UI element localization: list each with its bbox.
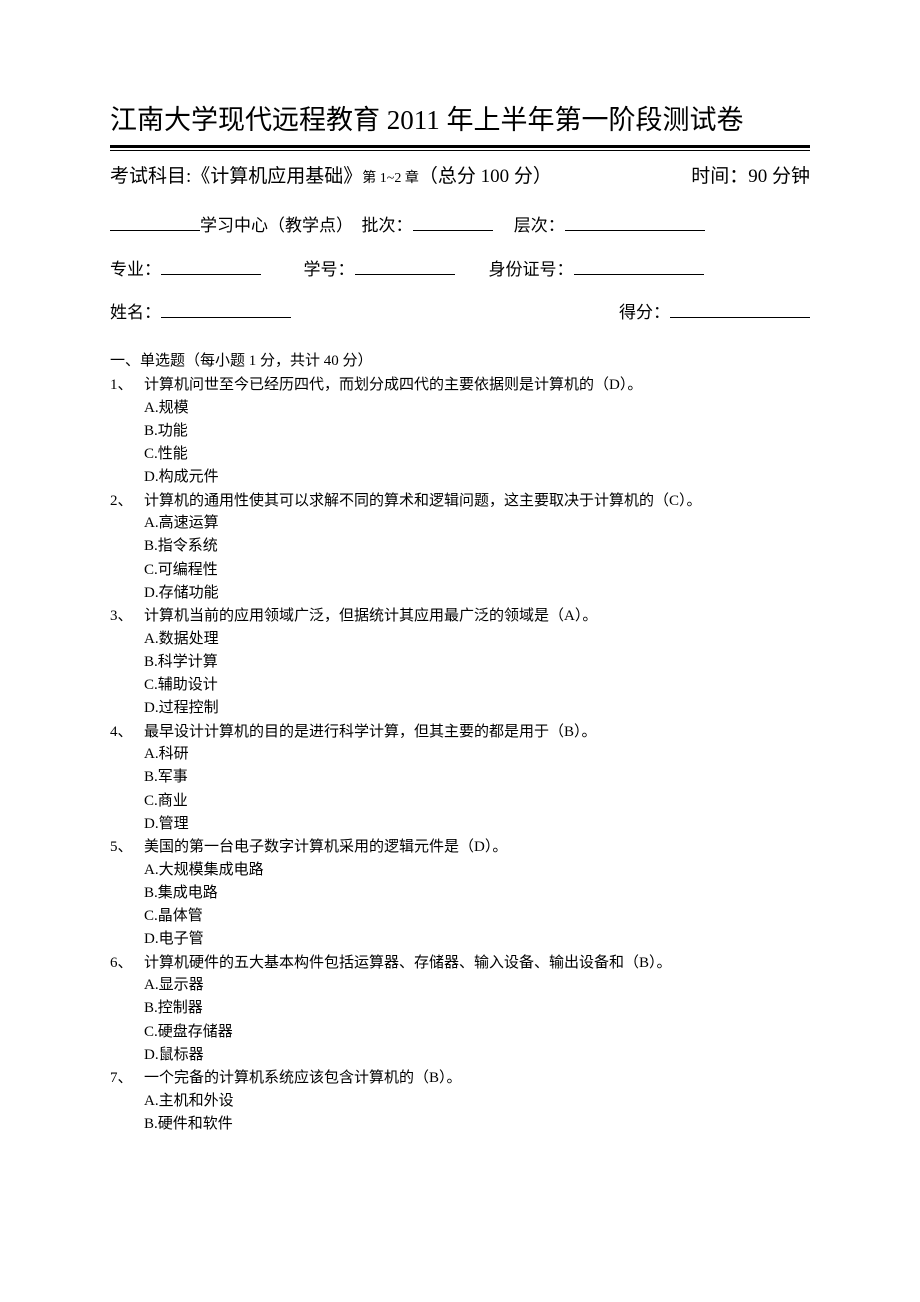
question-options: A.数据处理B.科学计算C.辅助设计D.过程控制 [144, 628, 810, 721]
major-blank [161, 257, 261, 275]
question-options: A.大规模集成电路B.集成电路C.晶体管D.电子管 [144, 859, 810, 952]
subject-chapter: 第 1~2 章 [362, 171, 419, 186]
question: 3、计算机当前的应用领域广泛，但据统计其应用最广泛的领域是（A）。 [110, 605, 810, 628]
info-line-1: 学习中心（教学点） 批次： 层次： [110, 213, 810, 239]
question-option: C.可编程性 [144, 559, 810, 582]
question-options: A.主机和外设B.硬件和软件 [144, 1090, 810, 1137]
question-option: C.辅助设计 [144, 674, 810, 697]
question-option: C.晶体管 [144, 905, 810, 928]
major-label: 专业： [110, 260, 161, 279]
question-number: 1、 [110, 374, 144, 397]
subject-name: 《计算机应用基础》 [191, 166, 362, 187]
name-label: 姓名： [110, 303, 161, 322]
document-title: 江南大学现代远程教育 2011 年上半年第一阶段测试卷 [110, 100, 810, 141]
question-number: 4、 [110, 721, 144, 744]
question-option: D.鼠标器 [144, 1044, 810, 1067]
question: 5、美国的第一台电子数字计算机采用的逻辑元件是（D）。 [110, 836, 810, 859]
id-card-label: 身份证号： [489, 260, 574, 279]
question-option: A.科研 [144, 743, 810, 766]
question-option: D.过程控制 [144, 697, 810, 720]
level-label: 层次： [514, 216, 565, 235]
question-option: A.规模 [144, 397, 810, 420]
question-stem: 一个完备的计算机系统应该包含计算机的（B）。 [144, 1067, 810, 1090]
score-label: 得分： [619, 303, 670, 322]
question-option: C.性能 [144, 443, 810, 466]
question-option: D.电子管 [144, 928, 810, 951]
question-option: D.管理 [144, 813, 810, 836]
student-id-label: 学号： [304, 260, 355, 279]
subject-prefix: 考试科目: [110, 166, 191, 187]
question-stem: 计算机硬件的五大基本构件包括运算器、存储器、输入设备、输出设备和（B）。 [144, 952, 810, 975]
section-1-title: 一、单选题（每小题 1 分，共计 40 分） [110, 350, 810, 373]
center-blank [110, 213, 200, 231]
question-option: D.构成元件 [144, 466, 810, 489]
question-options: A.科研B.军事C.商业D.管理 [144, 743, 810, 836]
question-stem: 最早设计计算机的目的是进行科学计算，但其主要的都是用于（B）。 [144, 721, 810, 744]
question-stem: 美国的第一台电子数字计算机采用的逻辑元件是（D）。 [144, 836, 810, 859]
question-option: A.数据处理 [144, 628, 810, 651]
question-stem: 计算机的通用性使其可以求解不同的算术和逻辑问题，这主要取决于计算机的（C）。 [144, 490, 810, 513]
title-underline-thin [110, 150, 810, 151]
question-option: A.大规模集成电路 [144, 859, 810, 882]
question-option: D.存储功能 [144, 582, 810, 605]
level-blank [565, 213, 705, 231]
question-stem: 计算机当前的应用领域广泛，但据统计其应用最广泛的领域是（A）。 [144, 605, 810, 628]
question-number: 3、 [110, 605, 144, 628]
question-option: B.功能 [144, 420, 810, 443]
question-option: B.控制器 [144, 997, 810, 1020]
question-option: B.集成电路 [144, 882, 810, 905]
question: 6、计算机硬件的五大基本构件包括运算器、存储器、输入设备、输出设备和（B）。 [110, 952, 810, 975]
question-number: 5、 [110, 836, 144, 859]
subject-line: 考试科目:《计算机应用基础》第 1~2 章（总分 100 分） 时间：90 分钟 [110, 163, 810, 192]
question-options: A.显示器B.控制器C.硬盘存储器D.鼠标器 [144, 974, 810, 1067]
title-underline-thick [110, 145, 810, 148]
question-option: A.显示器 [144, 974, 810, 997]
score-blank [670, 300, 810, 318]
question-options: A.规模B.功能C.性能D.构成元件 [144, 397, 810, 490]
question: 1、计算机问世至今已经历四代，而划分成四代的主要依据则是计算机的（D）。 [110, 374, 810, 397]
question-option: C.商业 [144, 790, 810, 813]
question-option: B.科学计算 [144, 651, 810, 674]
question-options: A.高速运算B.指令系统C.可编程性D.存储功能 [144, 512, 810, 605]
info-line-3: 姓名： 得分： [110, 300, 810, 326]
batch-label: 批次： [362, 216, 413, 235]
question-number: 6、 [110, 952, 144, 975]
question: 2、计算机的通用性使其可以求解不同的算术和逻辑问题，这主要取决于计算机的（C）。 [110, 490, 810, 513]
question-option: B.硬件和软件 [144, 1113, 810, 1136]
question-number: 7、 [110, 1067, 144, 1090]
question-option: A.高速运算 [144, 512, 810, 535]
time-label: 时间：90 分钟 [691, 163, 810, 192]
question-option: B.军事 [144, 766, 810, 789]
question-option: C.硬盘存储器 [144, 1021, 810, 1044]
batch-blank [413, 213, 493, 231]
student-id-blank [355, 257, 455, 275]
question-option: A.主机和外设 [144, 1090, 810, 1113]
subject-score: （总分 100 分） [419, 166, 552, 187]
question-number: 2、 [110, 490, 144, 513]
question: 7、一个完备的计算机系统应该包含计算机的（B）。 [110, 1067, 810, 1090]
id-card-blank [574, 257, 704, 275]
question-stem: 计算机问世至今已经历四代，而划分成四代的主要依据则是计算机的（D）。 [144, 374, 810, 397]
name-blank [161, 300, 291, 318]
questions-container: 1、计算机问世至今已经历四代，而划分成四代的主要依据则是计算机的（D）。A.规模… [110, 374, 810, 1136]
question-option: B.指令系统 [144, 535, 810, 558]
question: 4、最早设计计算机的目的是进行科学计算，但其主要的都是用于（B）。 [110, 721, 810, 744]
center-label: 学习中心（教学点） [200, 216, 353, 235]
info-line-2: 专业： 学号： 身份证号： [110, 257, 810, 283]
